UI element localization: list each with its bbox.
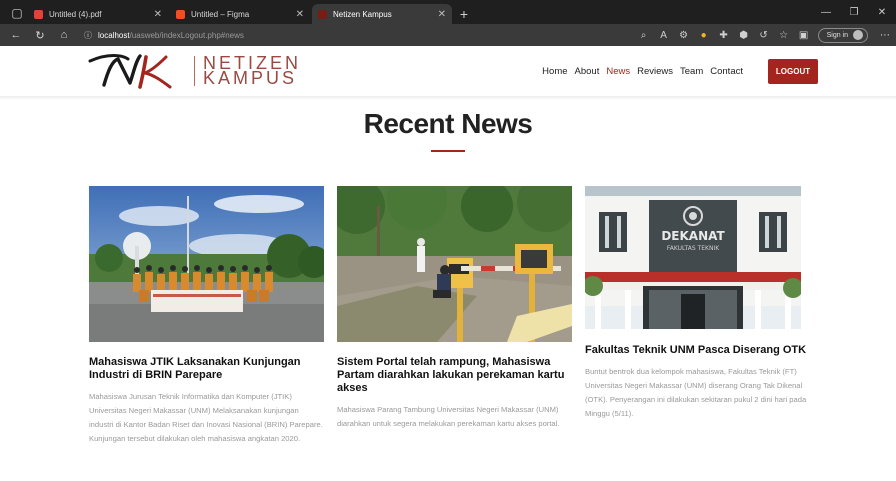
photo-portal-image xyxy=(337,186,572,342)
photo-building-image: DEKANAT FAKULTAS TEKNIK xyxy=(585,186,801,329)
news-image-portal[interactable] xyxy=(337,186,572,342)
news-summary: Mahasiswa Parang Tambung Universitas Neg… xyxy=(337,405,560,428)
nav-home[interactable]: Home xyxy=(542,66,567,77)
back-icon[interactable]: ← xyxy=(6,26,26,44)
nav-reviews[interactable]: Reviews xyxy=(637,66,673,77)
favorites-icon[interactable]: ☆ xyxy=(778,30,790,41)
home-icon[interactable]: ⌂ xyxy=(54,26,74,44)
browser-tab-figma[interactable]: Untitled – Figma ✕ xyxy=(170,4,310,24)
collections-icon[interactable]: ▣ xyxy=(798,30,810,41)
close-tab-icon[interactable]: ✕ xyxy=(296,9,304,20)
nk-logo-icon xyxy=(88,54,172,89)
search-icon[interactable]: ⌕ xyxy=(638,30,650,41)
close-window-icon[interactable]: ✕ xyxy=(868,0,896,24)
pdf-icon xyxy=(34,9,43,19)
photo-group-image xyxy=(89,186,324,342)
site-logo[interactable]: NETIZEN KAMPUS xyxy=(88,51,301,91)
news-list: Mahasiswa JTIK Laksanakan Kunjungan Indu… xyxy=(89,186,820,446)
nav-team[interactable]: Team xyxy=(680,66,703,77)
news-image-ft[interactable]: DEKANAT FAKULTAS TEKNIK xyxy=(585,186,801,329)
header-shadow xyxy=(0,96,896,100)
site-icon xyxy=(318,9,327,19)
nav-about[interactable]: About xyxy=(575,66,600,77)
logo-wordmark: NETIZEN KAMPUS xyxy=(203,54,301,88)
nav-news[interactable]: News xyxy=(606,66,630,77)
tab-title: Netizen Kampus xyxy=(333,9,392,19)
building-sign-line-2: FAKULTAS TEKNIK xyxy=(667,245,720,252)
tracking-icon[interactable]: ⚙ xyxy=(678,30,690,41)
browser-toolbar: ⌕ A ⚙ ● ✚ ⬢ ↺ ☆ ▣ Sign in ⋯ xyxy=(638,27,890,43)
avatar-icon xyxy=(853,30,863,40)
sign-in-label: Sign in xyxy=(826,31,848,39)
sign-in-button[interactable]: Sign in xyxy=(817,27,868,43)
title-underline xyxy=(431,150,465,152)
news-summary: Mahasiswa Jurusan Teknik Informatika dan… xyxy=(89,392,323,443)
refresh-icon[interactable]: ↺ xyxy=(758,30,770,41)
extension-icon[interactable]: ● xyxy=(698,30,710,41)
url-host: localhost xyxy=(98,30,130,40)
browser-tab-netizen[interactable]: Netizen Kampus ✕ xyxy=(312,4,452,24)
restore-icon[interactable]: ❐ xyxy=(840,0,868,24)
news-headline[interactable]: Mahasiswa JTIK Laksanakan Kunjungan Indu… xyxy=(89,356,324,382)
close-tab-icon[interactable]: ✕ xyxy=(154,9,162,20)
read-aloud-icon[interactable]: A xyxy=(658,30,670,41)
news-card[interactable]: Sistem Portal telah rampung, Mahasiswa P… xyxy=(337,186,572,446)
tab-title: Untitled (4).pdf xyxy=(49,9,102,19)
url-path: /uasweb/indexLogout.php#news xyxy=(129,30,244,40)
news-card[interactable]: DEKANAT FAKULTAS TEKNIK Fakultas Teknik … xyxy=(585,186,820,446)
close-tab-icon[interactable]: ✕ xyxy=(438,9,446,20)
logout-button[interactable]: LOGOUT xyxy=(768,58,818,84)
minimize-icon[interactable]: — xyxy=(812,0,840,24)
section-title: Recent News xyxy=(363,108,533,139)
shield-icon[interactable]: ⬢ xyxy=(738,30,750,41)
info-icon[interactable]: ⓘ xyxy=(84,30,92,41)
browser-tab-bar: ▢ Untitled (4).pdf ✕ Untitled – Figma ✕ … xyxy=(0,0,896,24)
address-bar: ← ↻ ⌂ ⓘ localhost /uasweb/indexLogout.ph… xyxy=(0,24,896,46)
window-controls: — ❐ ✕ xyxy=(812,0,896,24)
tab-actions-icon[interactable]: ▢ xyxy=(6,2,28,24)
news-headline[interactable]: Sistem Portal telah rampung, Mahasiswa P… xyxy=(337,356,572,395)
browser-tab-pdf[interactable]: Untitled (4).pdf ✕ xyxy=(28,4,168,24)
reload-icon[interactable]: ↻ xyxy=(30,26,50,44)
url-field[interactable]: ⓘ localhost /uasweb/indexLogout.php#news xyxy=(78,27,508,43)
logo-line-2: KAMPUS xyxy=(203,68,298,88)
news-image-brin[interactable] xyxy=(89,186,324,342)
puzzle-icon[interactable]: ✚ xyxy=(718,30,730,41)
site-header: NETIZEN KAMPUS Home About News Reviews T… xyxy=(0,46,896,96)
figma-icon xyxy=(176,9,185,19)
news-summary: Buntut bentrok dua kelompok mahasiswa, F… xyxy=(585,367,807,418)
news-card[interactable]: Mahasiswa JTIK Laksanakan Kunjungan Indu… xyxy=(89,186,324,446)
news-headline[interactable]: Fakultas Teknik UNM Pasca Diserang OTK xyxy=(585,344,820,357)
logo-divider xyxy=(194,56,195,86)
tab-title: Untitled – Figma xyxy=(191,9,250,19)
new-tab-icon[interactable]: + xyxy=(454,4,474,24)
more-icon[interactable]: ⋯ xyxy=(880,30,890,41)
main-nav: Home About News Reviews Team Contact LOG… xyxy=(542,58,818,84)
nav-contact[interactable]: Contact xyxy=(710,66,743,77)
building-sign-line-1: DEKANAT xyxy=(661,229,725,243)
